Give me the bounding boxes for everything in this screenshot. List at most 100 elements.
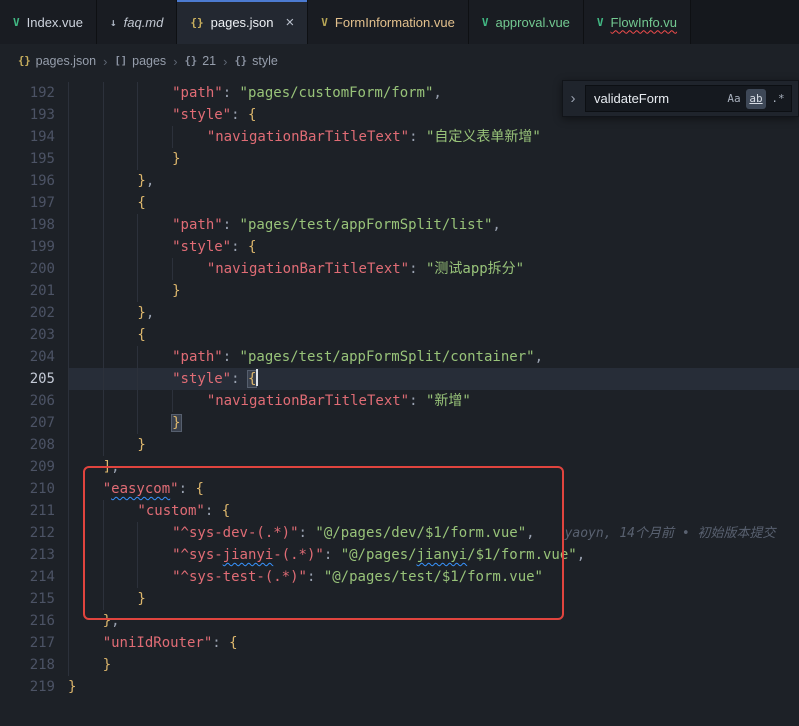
indent-guide <box>68 456 103 478</box>
find-query-text[interactable]: validateForm <box>594 91 722 106</box>
code-line-194[interactable]: 194"navigationBarTitleText": "自定义表单新增" <box>0 126 799 148</box>
line-number[interactable]: 196 <box>0 170 68 192</box>
indent-guide <box>103 588 138 610</box>
code-line-215[interactable]: 215} <box>0 588 799 610</box>
indent-guide <box>137 126 172 148</box>
tab-faq-md[interactable]: ↓faq.md <box>97 0 177 44</box>
line-number[interactable]: 193 <box>0 104 68 126</box>
line-number[interactable]: 195 <box>0 148 68 170</box>
line-number[interactable]: 210 <box>0 478 68 500</box>
line-number[interactable]: 209 <box>0 456 68 478</box>
line-content: "navigationBarTitleText": "测试app拆分" <box>68 258 799 280</box>
indent-guide <box>172 126 207 148</box>
code-line-204[interactable]: 204"path": "pages/test/appFormSplit/cont… <box>0 346 799 368</box>
match-case-toggle[interactable]: Aa <box>724 89 744 109</box>
tab-index-vue[interactable]: VIndex.vue <box>0 0 97 44</box>
code-line-202[interactable]: 202}, <box>0 302 799 324</box>
line-number[interactable]: 207 <box>0 412 68 434</box>
line-number[interactable]: 218 <box>0 654 68 676</box>
code-line-200[interactable]: 200"navigationBarTitleText": "测试app拆分" <box>0 258 799 280</box>
line-number[interactable]: 198 <box>0 214 68 236</box>
line-number[interactable]: 216 <box>0 610 68 632</box>
line-number[interactable]: 206 <box>0 390 68 412</box>
code-line-218[interactable]: 218} <box>0 654 799 676</box>
code-line-209[interactable]: 209], <box>0 456 799 478</box>
code-line-217[interactable]: 217"uniIdRouter": { <box>0 632 799 654</box>
code-line-205[interactable]: 205"style": { <box>0 368 799 390</box>
code-line-219[interactable]: 219} <box>0 676 799 698</box>
line-number[interactable]: 213 <box>0 544 68 566</box>
indent-guide <box>103 434 138 456</box>
code-line-195[interactable]: 195} <box>0 148 799 170</box>
code-line-214[interactable]: 214"^sys-test-(.*)": "@/pages/test/$1/fo… <box>0 566 799 588</box>
line-number[interactable]: 205 <box>0 368 68 390</box>
line-number[interactable]: 199 <box>0 236 68 258</box>
code-token: } <box>172 415 180 431</box>
line-number[interactable]: 194 <box>0 126 68 148</box>
code-line-206[interactable]: 206"navigationBarTitleText": "新增" <box>0 390 799 412</box>
indent-guide <box>68 522 103 544</box>
code-line-196[interactable]: 196}, <box>0 170 799 192</box>
indent-guide <box>68 302 103 324</box>
code-editor[interactable]: 192"path": "pages/customForm/form",193"s… <box>0 78 799 726</box>
breadcrumb-item-style[interactable]: {}style <box>234 54 277 68</box>
indent-guide <box>103 82 138 104</box>
code-line-216[interactable]: 216}, <box>0 610 799 632</box>
tab-flowinfo-vu[interactable]: VFlowInfo.vu <box>584 0 691 44</box>
line-number[interactable]: 201 <box>0 280 68 302</box>
line-content: ], <box>68 456 799 478</box>
tab-forminformation-vue[interactable]: VFormInformation.vue <box>308 0 469 44</box>
line-number[interactable]: 208 <box>0 434 68 456</box>
breadcrumb-item-pages.json[interactable]: {}pages.json <box>18 54 96 68</box>
line-number[interactable]: 204 <box>0 346 68 368</box>
code-line-203[interactable]: 203{ <box>0 324 799 346</box>
line-content: "style": { <box>68 368 799 390</box>
code-token: { <box>248 239 256 255</box>
chevron-right-icon[interactable]: › <box>565 90 581 107</box>
code-line-213[interactable]: 213"^sys-jianyi-(.*)": "@/pages/jianyi/$… <box>0 544 799 566</box>
code-line-211[interactable]: 211"custom": { <box>0 500 799 522</box>
code-token: : <box>409 261 426 277</box>
indent-guide <box>103 236 138 258</box>
tab-approval-vue[interactable]: Vapproval.vue <box>469 0 584 44</box>
breadcrumb-separator: › <box>103 54 107 69</box>
indent-guide <box>68 368 103 390</box>
line-number[interactable]: 214 <box>0 566 68 588</box>
line-number[interactable]: 192 <box>0 82 68 104</box>
line-number[interactable]: 200 <box>0 258 68 280</box>
line-number[interactable]: 202 <box>0 302 68 324</box>
code-token: } <box>137 173 145 189</box>
code-line-208[interactable]: 208} <box>0 434 799 456</box>
indent-guide <box>103 192 138 214</box>
code-line-212[interactable]: 212"^sys-dev-(.*)": "@/pages/dev/$1/form… <box>0 522 799 544</box>
breadcrumb-item-21[interactable]: {}21 <box>185 54 217 68</box>
line-content: "^sys-dev-(.*)": "@/pages/dev/$1/form.vu… <box>68 522 799 544</box>
indent-guide <box>103 324 138 346</box>
code-lines: 192"path": "pages/customForm/form",193"s… <box>0 82 799 698</box>
code-line-207[interactable]: 207} <box>0 412 799 434</box>
line-content: "path": "pages/test/appFormSplit/list", <box>68 214 799 236</box>
code-line-201[interactable]: 201} <box>0 280 799 302</box>
line-number[interactable]: 219 <box>0 676 68 698</box>
code-token: easycom <box>111 481 170 497</box>
code-line-210[interactable]: 210"easycom": { <box>0 478 799 500</box>
line-number[interactable]: 197 <box>0 192 68 214</box>
code-line-197[interactable]: 197{ <box>0 192 799 214</box>
code-token: : <box>231 239 248 255</box>
find-input[interactable]: validateForm Aaab.* <box>585 85 792 112</box>
breadcrumb-item-pages[interactable]: []pages <box>114 54 166 68</box>
line-number[interactable]: 203 <box>0 324 68 346</box>
symbol-icon: {} <box>185 55 198 67</box>
close-icon[interactable]: × <box>286 15 295 30</box>
line-number[interactable]: 212 <box>0 522 68 544</box>
code-line-198[interactable]: 198"path": "pages/test/appFormSplit/list… <box>0 214 799 236</box>
tab-pages-json[interactable]: {}pages.json× <box>177 0 308 44</box>
line-number[interactable]: 215 <box>0 588 68 610</box>
code-line-199[interactable]: 199"style": { <box>0 236 799 258</box>
code-token: jianyi <box>417 547 468 563</box>
regex-toggle[interactable]: .* <box>768 89 788 109</box>
line-number[interactable]: 217 <box>0 632 68 654</box>
whole-word-toggle[interactable]: ab <box>746 89 766 109</box>
code-token: , <box>492 217 500 233</box>
line-number[interactable]: 211 <box>0 500 68 522</box>
